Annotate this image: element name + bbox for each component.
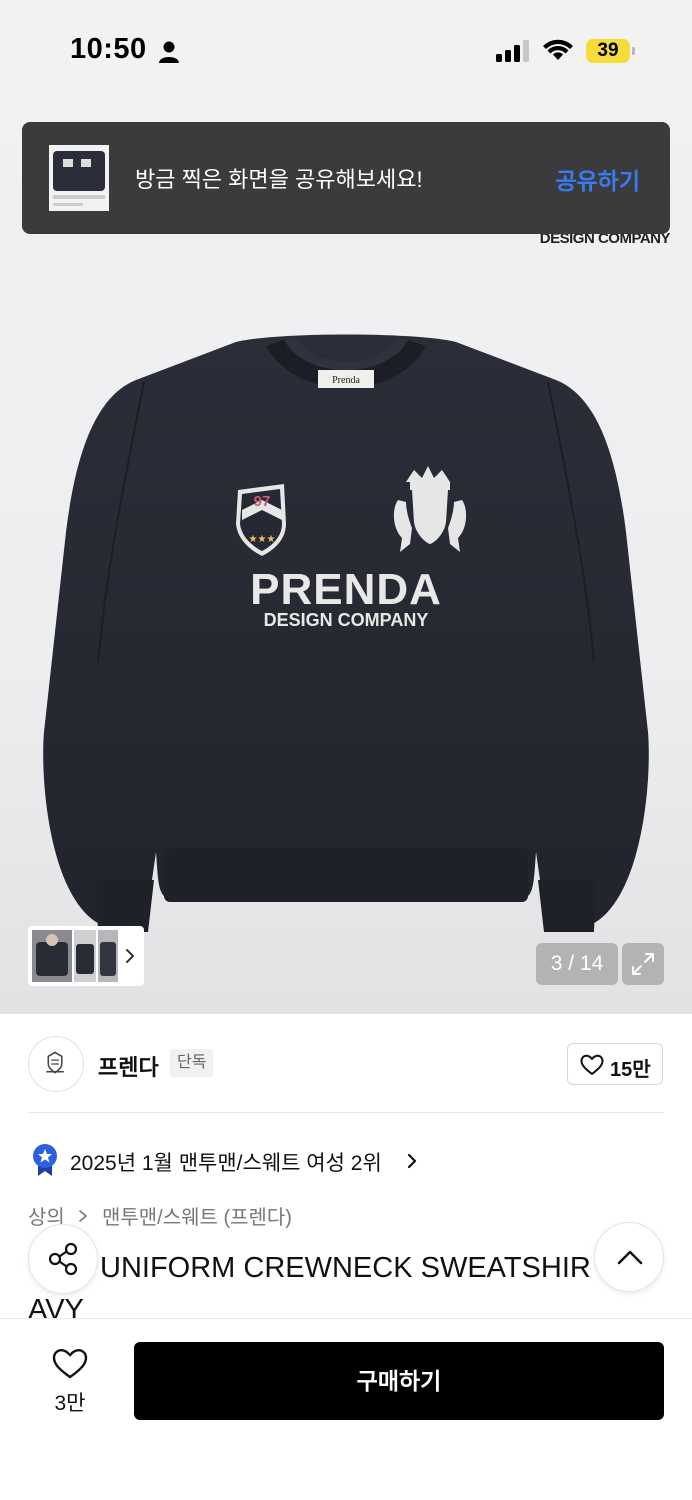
ranking-link[interactable]: 2025년 1월 맨투맨/스웨트 여성 2위: [70, 1147, 382, 1177]
brand-row: 프렌다 단독 15만: [0, 1014, 692, 1112]
person-icon: [159, 41, 179, 63]
product-image-gallery[interactable]: DESIGN COMPANY Prenda 97 ★★★ PRENDA DESI…: [0, 100, 692, 1014]
heart-icon: [580, 1054, 604, 1075]
share-icon: [48, 1242, 78, 1276]
breadcrumb-item-category[interactable]: 맨투맨/스웨트 (프렌다): [102, 1207, 292, 1229]
brand-logo[interactable]: [28, 1036, 84, 1092]
brand-name[interactable]: 프렌다: [98, 1050, 159, 1082]
wishlist-count: 3만: [54, 1392, 86, 1415]
battery-icon: 39: [586, 39, 630, 63]
toast-share-button[interactable]: 공유하기: [555, 162, 640, 196]
ranking-badge-icon: [33, 1144, 57, 1176]
battery-level: 39: [597, 40, 619, 61]
status-time: 10:50: [70, 33, 147, 65]
brand-crest-icon: [46, 1051, 64, 1074]
divider: [28, 1112, 664, 1113]
screenshot-thumbnail[interactable]: [49, 145, 109, 211]
product-title-line1: UNIFORM CREWNECK SWEATSHIR: [100, 1252, 591, 1284]
buy-button[interactable]: 구매하기: [134, 1342, 664, 1420]
wifi-icon: [543, 39, 573, 60]
chevron-right-icon: [407, 1153, 417, 1169]
share-button[interactable]: [28, 1224, 98, 1294]
exclusive-badge: 단독: [170, 1049, 214, 1077]
thumbnail-images: [32, 930, 118, 982]
chevron-right-icon: [126, 949, 134, 963]
label-tag-text: Prenda: [332, 375, 360, 386]
svg-text:★★★: ★★★: [249, 534, 276, 545]
status-bar: 10:50 39: [0, 0, 692, 100]
signal-icon: [496, 40, 529, 62]
expand-icon: [632, 953, 654, 975]
scroll-to-top-button[interactable]: [594, 1222, 664, 1292]
image-counter: 3 / 14: [536, 943, 618, 985]
print-subtitle: DESIGN COMPANY: [264, 610, 429, 630]
screenshot-share-toast: 방금 찍은 화면을 공유해보세요! 공유하기: [22, 122, 670, 234]
print-brand: PRENDA: [250, 565, 442, 614]
battery-tip: [632, 47, 635, 55]
sweatshirt-image: Prenda 97 ★★★ PRENDA DESIGN COMPANY: [43, 334, 649, 932]
brand-like-button[interactable]: 15만: [567, 1043, 663, 1085]
toast-message: 방금 찍은 화면을 공유해보세요!: [135, 167, 423, 192]
brand-like-count: 15만: [610, 1059, 651, 1081]
wishlist-heart-icon[interactable]: [52, 1348, 88, 1380]
chevron-right-icon: [79, 1210, 88, 1222]
bottom-action-bar: 3만 구매하기: [0, 1318, 692, 1500]
thumbnail-strip[interactable]: [28, 926, 144, 986]
chevron-up-icon: [617, 1250, 643, 1265]
crest-number: 97: [254, 493, 271, 510]
expand-image-button[interactable]: [622, 943, 664, 985]
